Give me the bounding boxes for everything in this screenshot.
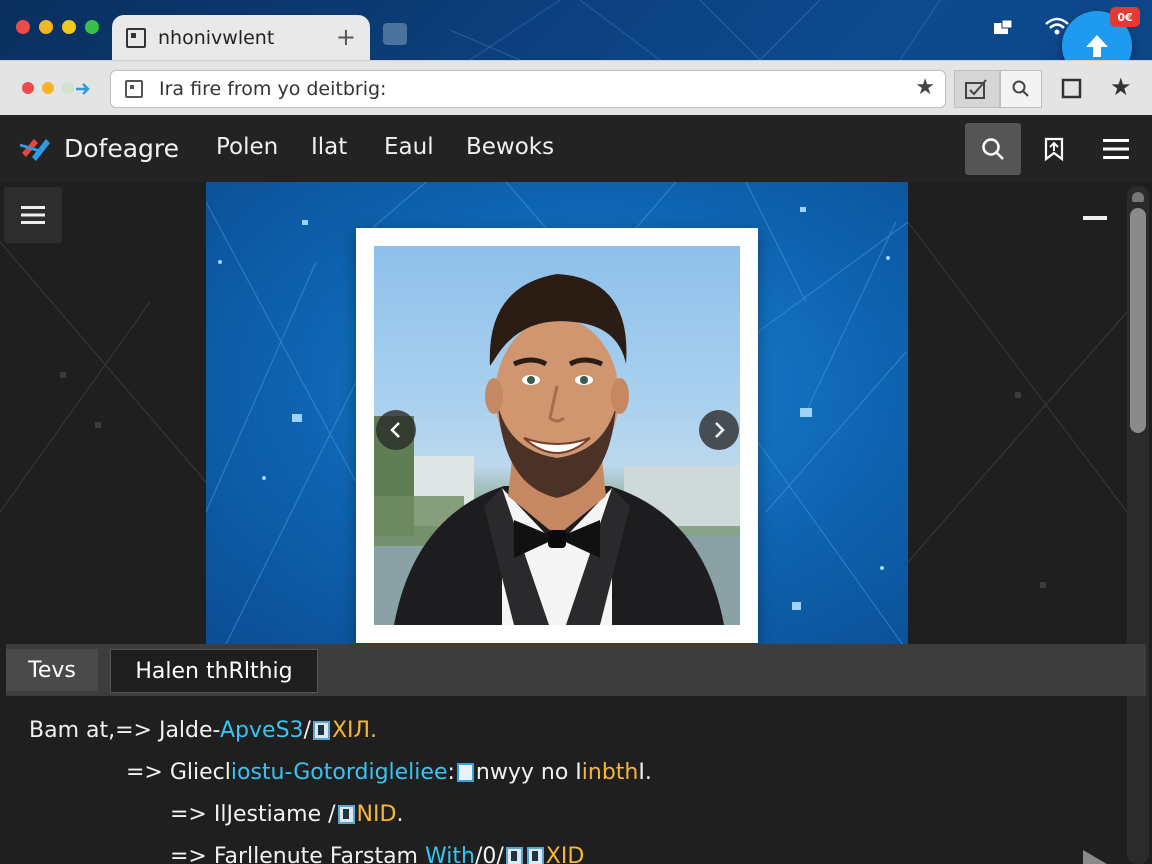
share-button[interactable] <box>1034 129 1074 169</box>
code-line-4-text: => Farllenute Farstam <box>170 844 425 864</box>
chevron-left-icon <box>390 422 400 438</box>
toolbar-close-button[interactable] <box>22 82 34 94</box>
toolbar-minimize-button[interactable] <box>42 82 54 94</box>
browser-toolbar: Ira fire from yo deitbrig: ★ ★ <box>0 60 1152 116</box>
toolbar-search-button[interactable] <box>1000 70 1042 108</box>
scrollbar-thumb[interactable] <box>1130 208 1146 433</box>
code-line-2: => Gliecliostu-Gotordigleliee: nwyy no Ii… <box>126 760 652 785</box>
code-line-2-value: nwyy no I <box>475 760 582 785</box>
window-square-icon[interactable] <box>1060 77 1084 101</box>
code-line-3: => IlJestiame / NID. <box>170 802 403 827</box>
close-window-button[interactable] <box>16 20 30 34</box>
forward-arrow-icon[interactable] <box>74 80 92 98</box>
code-line-2-tail: I. <box>638 760 652 785</box>
tab-halen-thrlthig[interactable]: Halen thRlthig <box>110 649 318 693</box>
address-text[interactable]: Ira fire from yo deitbrig: <box>159 78 386 100</box>
menu-button[interactable] <box>1096 129 1136 169</box>
portrait-frame <box>356 228 758 643</box>
side-menu-button[interactable] <box>4 187 62 243</box>
code-line-1-tag: XI <box>331 718 354 743</box>
page-info-icon[interactable] <box>125 80 143 98</box>
brand-name: Dofeagre <box>64 133 180 163</box>
file-icon <box>526 847 544 864</box>
nav-item-polen[interactable]: Polen <box>216 134 278 160</box>
code-line-1-link[interactable]: ApveS3 <box>220 718 304 743</box>
notification-badge: 0€ <box>1110 7 1140 27</box>
code-line-3-text: => IlJestiame / <box>170 802 336 827</box>
vertical-scrollbar[interactable] <box>1127 186 1149 864</box>
code-line-1-text: Bam at,=> Jalde- <box>29 718 220 743</box>
brand[interactable]: Dofeagre <box>18 133 179 163</box>
code-line-4-sep: /0/ <box>474 844 504 864</box>
search-button[interactable] <box>965 123 1021 175</box>
nav-item-bewoks[interactable]: Bewoks <box>466 134 554 160</box>
file-icon <box>337 805 355 824</box>
portrait-illustration <box>374 274 740 625</box>
background-tab[interactable] <box>383 23 407 45</box>
code-line-4-tag: XID <box>545 844 585 864</box>
panel-tab-bar: Tevs Halen thRlthig <box>6 644 1146 696</box>
file-icon <box>312 721 330 740</box>
hamburger-icon <box>1103 139 1129 159</box>
checkbox-icon <box>456 763 474 782</box>
toolbar-search-icon <box>1012 80 1029 97</box>
brand-logo-icon <box>19 139 50 161</box>
code-line-4: => Farllenute Farstam With/0/XID <box>170 844 584 864</box>
nav-item-ilat[interactable]: Ilat <box>311 134 347 160</box>
minimize-window-button[interactable] <box>39 20 53 34</box>
code-line-1: Bam at,=> Jalde-ApveS3/ XIЛ. <box>29 718 377 743</box>
collapse-minus-icon[interactable] <box>1083 216 1107 220</box>
browser-tab[interactable]: nhonivwlent + <box>112 15 370 60</box>
code-line-2-tag: inbth <box>581 760 639 785</box>
new-tab-button[interactable]: + <box>336 23 356 51</box>
resize-corner-icon[interactable] <box>1083 850 1107 864</box>
share-icon <box>1044 137 1064 162</box>
scroll-up-arrow[interactable] <box>1132 192 1144 202</box>
fullscreen-window-button[interactable] <box>62 20 76 34</box>
favorites-star-icon[interactable]: ★ <box>1110 73 1132 101</box>
upload-icon <box>1086 35 1108 57</box>
tab-tevs[interactable]: Tevs <box>6 649 98 691</box>
nav-item-eaul[interactable]: Eaul <box>384 134 434 160</box>
app-header: Dofeagre Polen Ilat Eaul Bewoks <box>0 115 1152 182</box>
zoom-window-button[interactable] <box>85 20 99 34</box>
carousel-next-button[interactable] <box>699 410 739 450</box>
window-controls <box>16 20 99 34</box>
search-icon <box>982 138 1004 160</box>
edit-page-button[interactable] <box>954 70 1000 108</box>
carousel-prev-button[interactable] <box>376 410 416 450</box>
file-icon <box>505 847 523 864</box>
chevron-right-icon <box>715 422 725 438</box>
code-line-4-link[interactable]: With <box>425 844 475 864</box>
toolbar-zoom-button[interactable] <box>62 82 74 94</box>
code-line-1-tail: Л. <box>353 718 378 743</box>
main-content: Tevs Halen thRlthig Bam at,=> Jalde-Apve… <box>0 182 1152 864</box>
code-line-3-tail: . <box>396 802 404 827</box>
code-line-1-sep: / <box>303 718 311 743</box>
toolbar-window-controls <box>22 82 74 94</box>
code-line-3-tag: NID <box>356 802 397 827</box>
edit-check-icon <box>965 79 987 99</box>
side-hamburger-icon <box>21 206 45 224</box>
code-line-2-link[interactable]: iostu-Gotordigleliee <box>231 760 448 785</box>
bookmark-star-icon[interactable]: ★ <box>915 75 935 100</box>
portrait-photo <box>374 246 740 625</box>
code-line-2-text: => Gliecl <box>126 760 231 785</box>
window-tray-icon[interactable] <box>992 19 1014 37</box>
hero-banner <box>206 182 908 644</box>
code-line-2-sep: : <box>447 760 455 785</box>
tab-title: nhonivwlent <box>158 26 275 49</box>
address-bar[interactable]: Ira fire from yo deitbrig: ★ <box>110 70 946 108</box>
tab-favicon-icon <box>126 27 146 48</box>
